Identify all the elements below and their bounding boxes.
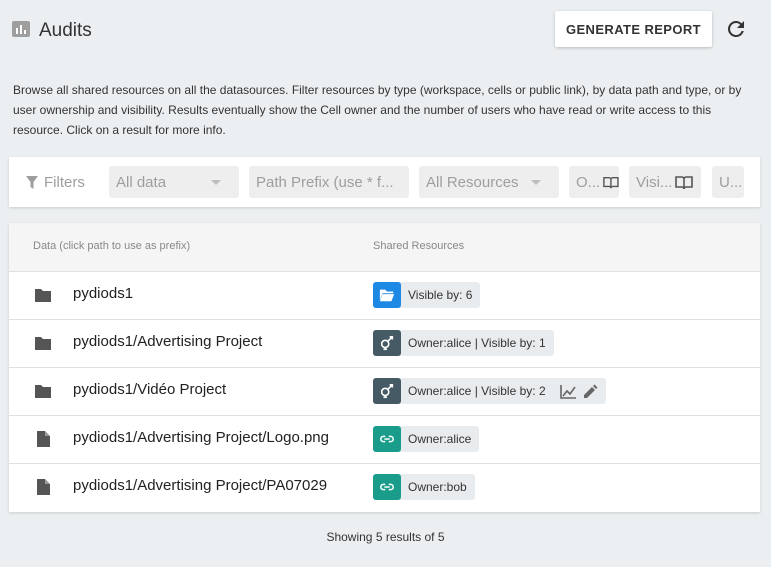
filters-bar: Filters All data Path Prefix (use * f...…	[9, 157, 760, 207]
chip-label: Owner:alice | Visible by: 1	[408, 336, 546, 350]
row-path[interactable]: pydiods1	[73, 285, 353, 302]
pencil-icon[interactable]	[583, 384, 598, 399]
cells-icon	[373, 378, 401, 404]
file-icon	[34, 430, 52, 448]
folder-icon	[34, 382, 52, 400]
chip-actions	[559, 384, 598, 399]
path-prefix-input[interactable]: Path Prefix (use * f...	[249, 166, 409, 198]
folder-icon	[34, 286, 52, 304]
chevron-down-icon	[531, 180, 541, 185]
data-select[interactable]: All data	[109, 166, 239, 198]
row-path[interactable]: pydiods1/Advertising Project/Logo.png	[73, 429, 353, 446]
filter-icon	[26, 176, 38, 189]
shared-resource-chip[interactable]: Owner:alice | Visible by: 1	[373, 330, 554, 356]
visibility-filter[interactable]: Visi...	[629, 166, 701, 198]
link-icon	[373, 426, 401, 452]
page-description: Browse all shared resources on all the d…	[13, 83, 742, 137]
column-header-data: Data (click path to use as prefix)	[33, 240, 191, 252]
table-row[interactable]: pydiods1/Advertising Project/Logo.png Own…	[9, 415, 760, 464]
shared-resource-chip[interactable]: Owner:bob	[373, 474, 475, 500]
table-row[interactable]: pydiods1/Vidéo Project Owner:alice | Visi…	[9, 367, 760, 416]
shared-resource-chip[interactable]: Owner:alice | Visible by: 2	[373, 378, 606, 404]
shared-resource-chip[interactable]: Owner:alice	[373, 426, 480, 452]
row-path[interactable]: pydiods1/Advertising Project/PA07029	[73, 477, 353, 494]
table-header: Data (click path to use as prefix) Share…	[9, 223, 760, 272]
results-count: Showing 5 results of 5	[326, 530, 445, 544]
chevron-down-icon	[211, 180, 221, 185]
chart-icon	[12, 21, 30, 37]
page-title: Audits	[39, 20, 92, 41]
folder-open-icon	[373, 282, 401, 308]
cells-icon	[373, 330, 401, 356]
chip-label: Owner:bob	[408, 480, 467, 494]
link-icon	[373, 474, 401, 500]
generate-report-button[interactable]: GENERATE REPORT	[555, 11, 712, 47]
table-row[interactable]: pydiods1/Advertising Project Owner:alice …	[9, 319, 760, 368]
table-row[interactable]: pydiods1/Advertising Project/PA07029 Owne…	[9, 463, 760, 511]
chip-label: Visible by: 6	[408, 288, 473, 302]
shared-resource-chip[interactable]: Visible by: 6	[373, 282, 481, 308]
book-icon	[675, 175, 694, 189]
owner-filter[interactable]: O...	[569, 166, 619, 198]
resources-table: Data (click path to use as prefix) Share…	[9, 223, 760, 512]
row-path[interactable]: pydiods1/Advertising Project	[73, 333, 353, 350]
refresh-icon[interactable]	[724, 17, 748, 41]
table-row[interactable]: pydiods1 Visible by: 6	[9, 271, 760, 320]
row-path[interactable]: pydiods1/Vidéo Project	[73, 381, 353, 398]
folder-icon	[34, 334, 52, 352]
book-icon	[603, 176, 619, 188]
filters-label: Filters	[26, 174, 85, 191]
chart-icon[interactable]	[559, 384, 577, 399]
file-icon	[34, 478, 52, 496]
resources-select[interactable]: All Resources	[419, 166, 559, 198]
chip-label: Owner:alice	[408, 432, 472, 446]
column-header-shared: Shared Resources	[373, 240, 465, 252]
user-filter[interactable]: U...	[712, 166, 744, 198]
page-header: Audits GENERATE REPORT	[0, 0, 771, 62]
chip-label: Owner:alice | Visible by: 2	[408, 384, 546, 398]
